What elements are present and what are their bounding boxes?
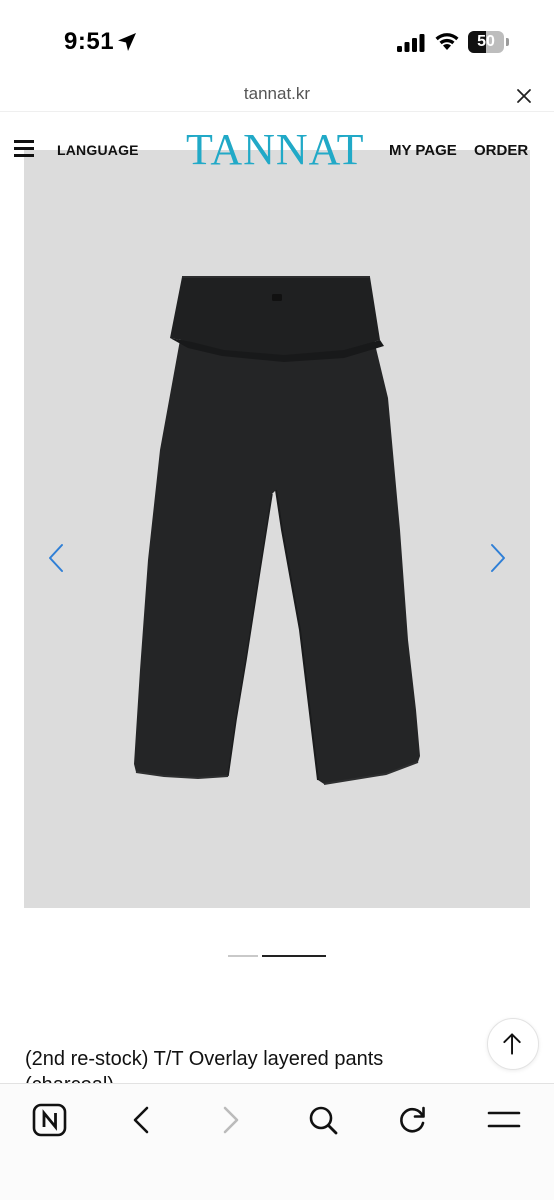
gallery-pagination (228, 954, 328, 958)
product-title-continued: (charcoal) (25, 1072, 465, 1083)
search-icon (309, 1106, 338, 1135)
status-bar: 9:51 50 (0, 0, 554, 80)
close-icon[interactable] (514, 86, 534, 106)
forward-arrow-icon (223, 1106, 239, 1134)
pants-photo (134, 276, 420, 785)
site-header: LANGUAGE TANNAT MY PAGE ORDER (0, 120, 554, 180)
url-text[interactable]: tannat.kr (0, 84, 554, 104)
pagination-indicator-1[interactable] (228, 955, 258, 957)
forward-button[interactable] (213, 1102, 249, 1138)
battery-icon: 50 (468, 31, 510, 53)
back-button[interactable] (123, 1102, 159, 1138)
wifi-icon (435, 33, 459, 50)
arrow-up-icon (503, 1033, 521, 1055)
naver-home-button[interactable] (32, 1102, 68, 1138)
language-link[interactable]: LANGUAGE (57, 142, 139, 158)
product-title: (2nd re-stock) T/T Overlay layered pants (25, 1048, 384, 1070)
reload-icon (400, 1106, 425, 1133)
battery-cap (506, 38, 509, 46)
location-arrow-icon (118, 33, 136, 51)
my-page-link[interactable]: MY PAGE (389, 142, 457, 159)
back-arrow-icon (133, 1106, 149, 1134)
pagination-indicator-2-active[interactable] (262, 955, 326, 957)
chevron-right-icon[interactable] (488, 543, 508, 573)
cellular-signal-icon (397, 34, 425, 52)
site-logo[interactable]: TANNAT (186, 128, 364, 172)
browser-url-bar[interactable]: tannat.kr (0, 78, 554, 112)
status-time: 9:51 (64, 28, 115, 55)
battery-percentage: 50 (477, 33, 495, 50)
menu-lines-icon (487, 1111, 521, 1128)
product-image[interactable] (24, 150, 530, 908)
browser-toolbar (0, 1083, 554, 1200)
chevron-left-icon[interactable] (46, 543, 66, 573)
order-link[interactable]: ORDER (474, 142, 528, 159)
search-button[interactable] (305, 1102, 341, 1138)
tabs-menu-button[interactable] (486, 1102, 522, 1138)
naver-n-icon (32, 1103, 67, 1137)
reload-button[interactable] (395, 1102, 431, 1138)
hamburger-menu-icon[interactable] (14, 140, 34, 158)
scroll-top-button[interactable] (487, 1018, 539, 1070)
